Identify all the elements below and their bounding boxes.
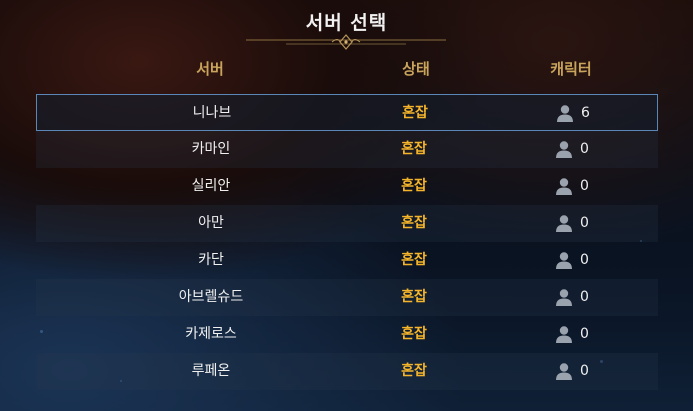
server-name: 아브렐슈드 bbox=[178, 289, 244, 305]
server-status: 혼잡 bbox=[401, 178, 427, 194]
dialog-title: 서버 선택 bbox=[305, 12, 388, 34]
character-count-value: 0 bbox=[580, 141, 589, 157]
server-name: 카마인 bbox=[191, 141, 231, 157]
character-count-value: 0 bbox=[580, 252, 589, 268]
title-ornament bbox=[246, 34, 446, 50]
person-icon bbox=[554, 322, 574, 343]
server-name: 아만 bbox=[198, 215, 224, 231]
server-status: 혼잡 bbox=[401, 289, 427, 305]
character-count: 0 bbox=[554, 168, 634, 205]
server-list: 니나브 혼잡 6 카마인 혼잡 0 실리안 혼잡 0 아만 혼잡 0 카단 혼잡 0 아브렐슈드 혼잡 0 카제로스… bbox=[36, 94, 658, 390]
character-count: 0 bbox=[554, 316, 634, 353]
server-status: 혼잡 bbox=[401, 252, 427, 268]
server-name: 실리안 bbox=[191, 178, 231, 194]
server-status: 혼잡 bbox=[401, 363, 427, 379]
person-icon bbox=[554, 285, 574, 306]
server-row[interactable]: 카마인 혼잡 0 bbox=[36, 131, 658, 168]
character-count: 0 bbox=[554, 205, 634, 242]
server-status: 혼잡 bbox=[402, 105, 428, 121]
character-count-value: 0 bbox=[580, 215, 589, 231]
server-row[interactable]: 아브렐슈드 혼잡 0 bbox=[36, 279, 658, 316]
character-count-value: 0 bbox=[580, 326, 589, 342]
person-icon bbox=[554, 359, 574, 380]
server-row[interactable]: 카제로스 혼잡 0 bbox=[36, 316, 658, 353]
server-row[interactable]: 니나브 혼잡 6 bbox=[36, 94, 658, 131]
character-count: 0 bbox=[554, 353, 634, 390]
server-row[interactable]: 카단 혼잡 0 bbox=[36, 242, 658, 279]
character-count: 6 bbox=[555, 95, 635, 132]
character-count-value: 0 bbox=[580, 178, 589, 194]
server-name: 카제로스 bbox=[185, 326, 237, 342]
server-row[interactable]: 루페온 혼잡 0 bbox=[36, 353, 658, 390]
character-count: 0 bbox=[554, 279, 634, 316]
server-row[interactable]: 실리안 혼잡 0 bbox=[36, 168, 658, 205]
character-count-value: 0 bbox=[580, 289, 589, 305]
column-header: 서버 상태 캐릭터 bbox=[0, 58, 693, 82]
server-status: 혼잡 bbox=[401, 141, 427, 157]
server-name: 루페온 bbox=[191, 363, 231, 379]
server-name: 카단 bbox=[198, 252, 224, 268]
character-count-value: 6 bbox=[581, 105, 590, 121]
person-icon bbox=[555, 101, 575, 122]
person-icon bbox=[554, 137, 574, 158]
person-icon bbox=[554, 174, 574, 195]
person-icon bbox=[554, 211, 574, 232]
person-icon bbox=[554, 248, 574, 269]
server-row[interactable]: 아만 혼잡 0 bbox=[36, 205, 658, 242]
header-server: 서버 bbox=[196, 60, 224, 78]
header-status: 상태 bbox=[402, 60, 430, 78]
server-status: 혼잡 bbox=[401, 326, 427, 342]
header-characters: 캐릭터 bbox=[550, 60, 592, 78]
character-count-value: 0 bbox=[580, 363, 589, 379]
server-status: 혼잡 bbox=[401, 215, 427, 231]
character-count: 0 bbox=[554, 131, 634, 168]
character-count: 0 bbox=[554, 242, 634, 279]
server-name: 니나브 bbox=[192, 105, 232, 121]
